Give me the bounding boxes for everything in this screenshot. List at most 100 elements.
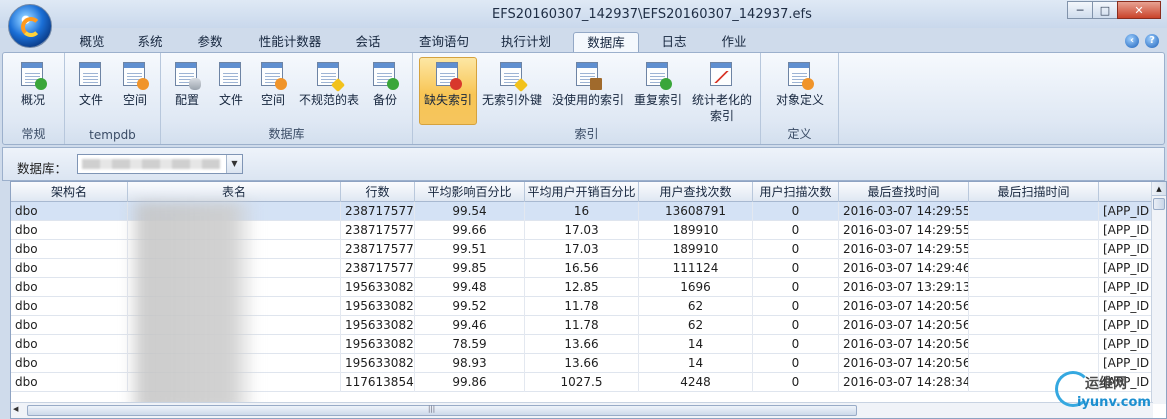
column-header[interactable]: 表名 <box>128 182 341 202</box>
table-cell: 99.85 <box>415 259 525 278</box>
missing-index-grid: 架构名 表名 行数 平均影响百分比 平均用户开销百分比 用户查找次数 用户扫描次数 最后查找时… <box>10 181 1167 419</box>
table-cell: 2016-03-07 13:29:13 <box>839 278 969 297</box>
table-cell <box>969 278 1099 297</box>
warning-icon <box>498 60 529 93</box>
watermark-top-text: 运维网 <box>1085 376 1127 392</box>
group-label-general: 常规 <box>21 127 46 141</box>
space-icon <box>121 60 149 90</box>
db-config-button[interactable]: 配置 <box>167 57 207 119</box>
column-header[interactable]: 用户查找次数 <box>639 182 753 202</box>
tab-performance-counters[interactable]: 性能计数器 <box>252 32 328 52</box>
help-icon[interactable]: ? <box>1145 34 1159 48</box>
tab-jobs[interactable]: 作业 <box>712 32 756 52</box>
tab-sessions[interactable]: 会话 <box>346 32 390 52</box>
table-cell <box>969 297 1099 316</box>
table-cell: 17.03 <box>525 240 639 259</box>
redacted-table-names <box>127 202 257 412</box>
overview-icon <box>19 60 47 90</box>
table-cell: 0 <box>753 221 839 240</box>
table-cell <box>969 259 1099 278</box>
table-cell: dbo <box>11 354 128 373</box>
table-cell: 189910 <box>639 221 753 240</box>
ribbon: 概况 常规 文件 空间 tempdb 配置 文件 空间 不规范的表 备份 数据库… <box>2 52 1165 145</box>
table-cell <box>969 240 1099 259</box>
tab-overview[interactable]: 概览 <box>70 32 114 52</box>
column-header[interactable]: 架构名 <box>11 182 128 202</box>
table-cell: 189910 <box>639 240 753 259</box>
database-dropdown[interactable]: ▼ <box>77 154 243 174</box>
table-cell: 17.03 <box>525 221 639 240</box>
table-cell: dbo <box>11 316 128 335</box>
table-cell: 0 <box>753 354 839 373</box>
table-cell: 0 <box>753 240 839 259</box>
space-icon <box>259 60 287 90</box>
table-cell: 195633082 <box>341 316 415 335</box>
tempdb-space-button[interactable]: 空间 <box>113 57 157 119</box>
table-cell: [APP_ID <box>1099 240 1159 259</box>
table-cell: dbo <box>11 259 128 278</box>
unused-index-button[interactable]: 没使用的索引 <box>549 57 627 119</box>
tab-parameters[interactable]: 参数 <box>188 32 232 52</box>
db-space-button[interactable]: 空间 <box>253 57 293 119</box>
ribbon-nav: ‹ ? <box>1125 34 1159 48</box>
table-cell: 99.51 <box>415 240 525 259</box>
table-cell: [APP_ID <box>1099 221 1159 240</box>
table-cell: 14 <box>639 354 753 373</box>
scroll-left-icon[interactable]: ◀ <box>13 405 25 416</box>
tab-database[interactable]: 数据库 <box>573 32 639 52</box>
minimize-button[interactable]: ─ <box>1067 1 1093 19</box>
column-header[interactable]: 最后查找时间 <box>839 182 969 202</box>
table-cell: 0 <box>753 202 839 221</box>
vertical-scroll-thumb[interactable] <box>1153 198 1165 210</box>
file-icon <box>77 60 105 90</box>
object-definition-button[interactable]: 对象定义 <box>769 57 831 119</box>
tab-system[interactable]: 系统 <box>128 32 172 52</box>
db-file-button[interactable]: 文件 <box>211 57 251 119</box>
missing-index-button[interactable]: 缺失索引 <box>419 57 477 125</box>
table-cell <box>969 335 1099 354</box>
group-label-tempdb: tempdb <box>89 128 136 142</box>
tempdb-file-button[interactable]: 文件 <box>71 57 111 119</box>
table-cell: 4248 <box>639 373 753 392</box>
table-cell: 11.78 <box>525 316 639 335</box>
table-cell: 238717577 <box>341 202 415 221</box>
table-cell: 1027.5 <box>525 373 639 392</box>
tab-execution-plans[interactable]: 执行计划 <box>494 32 558 52</box>
column-header[interactable]: 最后扫描时间 <box>969 182 1099 202</box>
table-cell: 62 <box>639 297 753 316</box>
horizontal-scrollbar[interactable]: ◀ ||| <box>11 402 1153 418</box>
duplicate-index-button[interactable]: 重复索引 <box>631 57 685 119</box>
table-cell: 0 <box>753 335 839 354</box>
column-header[interactable]: 平均用户开销百分比 <box>525 182 639 202</box>
maximize-button[interactable]: □ <box>1092 1 1118 19</box>
column-header[interactable]: 行数 <box>341 182 415 202</box>
column-header[interactable] <box>1099 182 1159 202</box>
backup-button[interactable]: 备份 <box>365 57 405 119</box>
table-cell: dbo <box>11 335 128 354</box>
group-tempdb: 文件 空间 tempdb <box>65 53 161 144</box>
stale-stats-index-button[interactable]: 统计老化的 索引 <box>689 57 755 135</box>
close-button[interactable]: ✕ <box>1117 1 1161 19</box>
overview-button[interactable]: 概况 <box>9 57 57 119</box>
chevron-down-icon[interactable]: ▼ <box>226 155 242 173</box>
tab-queries[interactable]: 查询语句 <box>412 32 476 52</box>
title-bar: EFS20160307_142937\EFS20160307_142937.ef… <box>0 0 1167 28</box>
irregular-tables-button[interactable]: 不规范的表 <box>295 57 363 119</box>
horizontal-scroll-thumb[interactable] <box>27 405 857 416</box>
tab-logs[interactable]: 日志 <box>652 32 696 52</box>
table-cell: 2016-03-07 14:28:34 <box>839 373 969 392</box>
column-header[interactable]: 平均影响百分比 <box>415 182 525 202</box>
scroll-up-icon[interactable]: ▲ <box>1152 182 1166 196</box>
duplicate-index-icon <box>644 60 672 90</box>
table-cell <box>969 221 1099 240</box>
table-cell: 13.66 <box>525 354 639 373</box>
scroll-grip-icon: ||| <box>428 405 436 413</box>
table-cell: 195633082 <box>341 335 415 354</box>
unindexed-fk-button[interactable]: 无索引外键 <box>479 57 545 119</box>
window-controls: ─ □ ✕ <box>1067 1 1161 19</box>
column-header[interactable]: 用户扫描次数 <box>753 182 839 202</box>
group-general: 概况 常规 <box>3 53 65 144</box>
back-icon[interactable]: ‹ <box>1125 34 1139 48</box>
app-menu-orb-icon[interactable] <box>8 4 52 48</box>
table-cell: dbo <box>11 221 128 240</box>
